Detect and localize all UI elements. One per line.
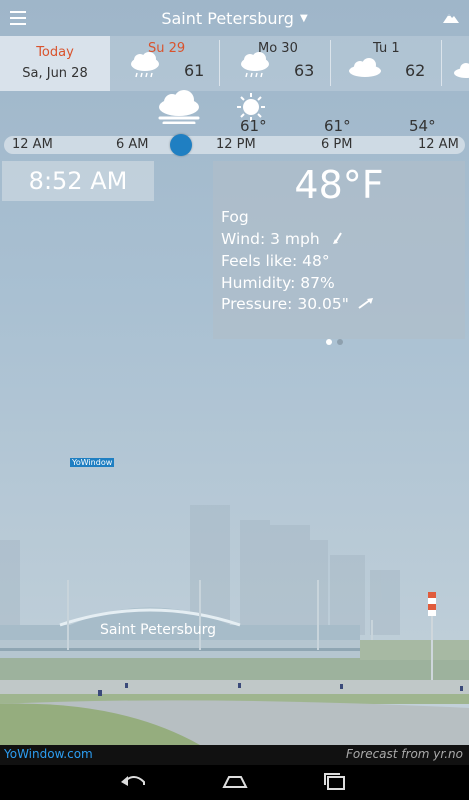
wind-text: Wind: 3 mph [221,230,320,248]
today-date: Sa, Jun 28 [22,66,88,81]
top-bar: Saint Petersburg ▼ [0,0,469,36]
hour-temp: 61° [324,117,351,135]
landscape-icon[interactable] [443,10,459,24]
cloud-icon [349,58,381,77]
yowindow-badge-text: YoWindow [70,458,115,467]
recent-apps-icon[interactable] [322,773,350,791]
page-dot [337,339,343,345]
footer-bar: YoWindow.com Forecast from yr.no [0,745,469,765]
time-slider-track[interactable]: 12 AM 6 AM 12 PM 6 PM 12 AM [4,136,465,154]
current-conditions-panel[interactable]: 48°F Fog Wind: 3 mph Feels like: 48° Hum… [213,161,465,345]
time-tick: 12 AM [418,137,459,152]
city-selector[interactable]: Saint Petersburg ▼ [161,9,307,28]
clock-display[interactable]: 8:52 AM [2,161,154,201]
condition-text: Fog [221,208,249,226]
scene-city-label: Saint Petersburg [100,622,217,638]
today-label: Today [36,45,74,60]
day-divider [441,40,442,86]
rain-cloud-icon [241,52,269,78]
cloud-icon [454,63,469,78]
time-tick: 12 PM [216,137,256,152]
day-temp: 62 [405,61,426,80]
weather-scene[interactable]: Saint Petersburg ▼ Today Sa, Jun 28 Su 2… [0,0,469,745]
feels-like-text: Feels like: 48° [221,252,330,270]
city-name: Saint Petersburg [161,8,294,28]
hour-temp: 61° [240,117,267,135]
page-indicator [326,330,348,349]
pressure-text: Pressure: 30.05" [221,295,349,313]
wind-direction-icon [332,232,342,244]
back-icon[interactable] [120,773,148,791]
yowindow-badge[interactable]: YoWindow [70,458,115,467]
day-item[interactable]: Su 29 61 [110,36,220,91]
current-temperature: 48°F [294,163,384,207]
day-name: Tu 1 [373,41,400,56]
day-temp: 61 [184,61,205,80]
rain-cloud-icon [131,52,159,78]
day-item[interactable]: Tu 1 62 [331,36,441,91]
day-item[interactable]: Mo 30 63 [220,36,330,91]
time-tick: 6 PM [321,137,353,152]
fog-cloud-icon [158,90,200,124]
humidity-text: Humidity: 87% [221,274,335,292]
dropdown-caret-icon: ▼ [299,12,308,24]
time-slider-handle[interactable] [170,134,192,156]
android-nav-bar [0,765,469,800]
forecast-source[interactable]: Forecast from yr.no [346,747,463,761]
hour-temp: 54° [409,117,436,135]
time-tick: 6 AM [116,137,149,152]
pressure-row: Pressure: 30.05" [221,295,374,313]
wind-row: Wind: 3 mph [221,230,345,248]
home-icon[interactable] [221,773,249,791]
day-today[interactable]: Today Sa, Jun 28 [0,36,110,91]
hourly-forecast: 61° 61° 54° [0,88,469,138]
hamburger-menu-icon[interactable] [10,11,26,25]
yowindow-link[interactable]: YoWindow.com [4,747,93,761]
day-temp: 63 [294,61,315,80]
page-dot-active [326,339,332,345]
clock-time: 8:52 AM [28,167,128,195]
daily-forecast-strip: Today Sa, Jun 28 Su 29 61 Mo 30 63 Tu 1 [0,36,469,91]
time-tick: 12 AM [12,137,53,152]
pressure-trend-icon [358,298,373,309]
